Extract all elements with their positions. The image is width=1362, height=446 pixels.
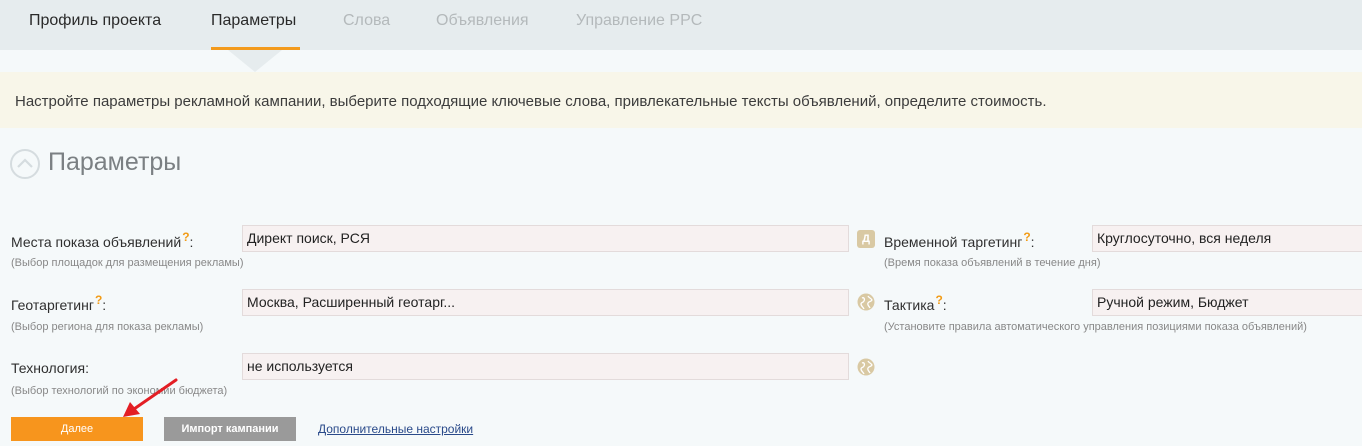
time-hint: (Время показа объявлений в течение дня) (884, 257, 1101, 269)
tab-parameters[interactable]: Параметры (211, 12, 300, 50)
tactic-label-colon: : (942, 297, 947, 313)
geo-help-icon[interactable]: ? (95, 293, 102, 307)
geo-label: Геотаргетинг?: (11, 293, 107, 313)
placement-hint: (Выбор площадок для размещения рекламы) (11, 257, 244, 269)
placement-label: Места показа объявлений?: (11, 230, 194, 250)
placement-label-text: Места показа объявлений (11, 234, 182, 250)
time-label-colon: : (1030, 234, 1035, 250)
tab-words[interactable]: Слова (343, 12, 390, 50)
chevron-up-circle-icon[interactable] (10, 149, 40, 179)
time-label: Временной таргетинг?: (884, 230, 1035, 250)
import-campaign-button[interactable]: Импорт кампании (164, 417, 296, 441)
tech-label: Технология: (11, 360, 89, 376)
step-tabs: Профиль проекта Параметры Слова Объявлен… (0, 0, 1362, 50)
notice-text: Настройте параметры рекламной кампании, … (15, 93, 1047, 110)
next-button[interactable]: Далее (11, 417, 143, 441)
globe-icon[interactable] (857, 293, 875, 311)
section-title: Параметры (48, 148, 182, 176)
tactic-hint: (Установите правила автоматического упра… (884, 321, 1307, 333)
direct-icon[interactable]: Д (857, 230, 875, 248)
annotation-arrow-icon (123, 378, 178, 417)
placement-field[interactable]: Директ поиск, РСЯ (242, 225, 849, 252)
time-label-text: Временной таргетинг (884, 234, 1023, 250)
placement-help-icon[interactable]: ? (182, 230, 189, 244)
additional-settings-link[interactable]: Дополнительные настройки (318, 422, 473, 436)
time-field[interactable]: Круглосуточно, вся неделя (1092, 225, 1362, 252)
globe-icon[interactable] (857, 358, 875, 376)
tech-field[interactable]: не используется (242, 353, 849, 380)
tactic-help-icon[interactable]: ? (935, 293, 942, 307)
geo-label-text: Геотаргетинг (11, 297, 94, 313)
time-help-icon[interactable]: ? (1023, 230, 1030, 244)
tactic-field[interactable]: Ручной режим, Бюджет (1092, 289, 1362, 316)
tactic-label: Тактика?: (884, 293, 947, 313)
notice-pointer (228, 50, 282, 72)
tab-ads[interactable]: Объявления (436, 12, 529, 50)
geo-hint: (Выбор региона для показа рекламы) (11, 321, 204, 333)
placement-label-colon: : (189, 234, 194, 250)
tactic-label-text: Тактика (884, 297, 935, 313)
tab-project-profile[interactable]: Профиль проекта (29, 12, 161, 50)
geo-label-colon: : (102, 297, 107, 313)
tab-ppc-management[interactable]: Управление PPC (576, 12, 702, 50)
geo-field[interactable]: Москва, Расширенный геотарг... (242, 289, 849, 316)
